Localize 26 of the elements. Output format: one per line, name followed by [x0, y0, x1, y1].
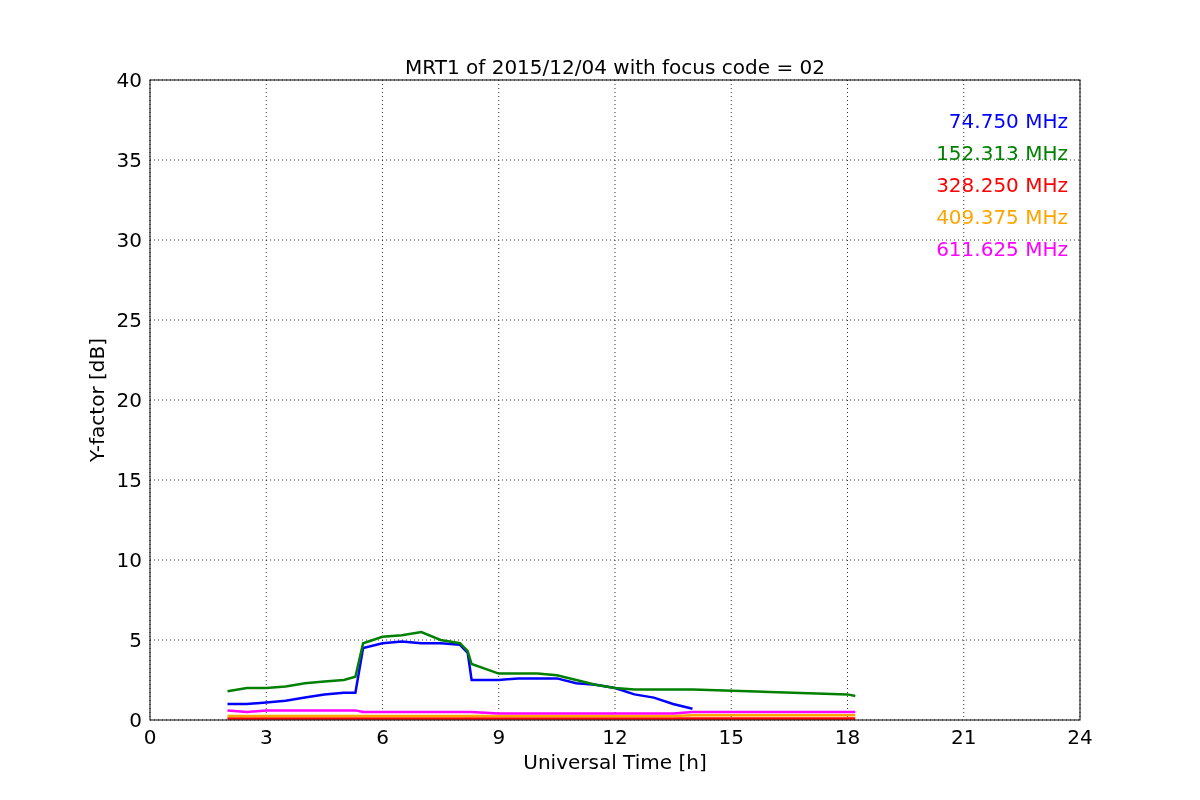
tick-label: 15 — [116, 468, 142, 492]
legend-label: 409.375 MHz — [936, 205, 1068, 229]
axis-label: Universal Time [h] — [523, 750, 707, 774]
tick-label: 10 — [116, 548, 142, 572]
tick-label: 20 — [116, 388, 142, 412]
tick-label: 9 — [492, 725, 506, 749]
tick-label: 24 — [1067, 725, 1093, 749]
tick-label: 5 — [129, 628, 142, 652]
tick-label: 30 — [116, 228, 142, 252]
chart-title: MRT1 of 2015/12/04 with focus code = 02 — [405, 55, 825, 79]
tick-label: 25 — [116, 308, 142, 332]
tick-label: 0 — [143, 725, 157, 749]
legend-label: 328.250 MHz — [936, 173, 1068, 197]
legend-label: 74.750 MHz — [948, 109, 1068, 133]
tick-label: 35 — [116, 148, 142, 172]
tick-label: 0 — [129, 708, 142, 732]
tick-label: 15 — [718, 725, 744, 749]
tick-label: 12 — [602, 725, 628, 749]
legend-label: 611.625 MHz — [936, 237, 1068, 261]
tick-label: 6 — [376, 725, 389, 749]
tick-label: 3 — [259, 725, 273, 749]
tick-label: 40 — [116, 68, 142, 92]
tick-label: 21 — [951, 725, 977, 749]
legend-label: 152.313 MHz — [936, 141, 1068, 165]
tick-label: 18 — [834, 725, 861, 749]
axis-label: Y-factor [dB] — [85, 338, 109, 462]
